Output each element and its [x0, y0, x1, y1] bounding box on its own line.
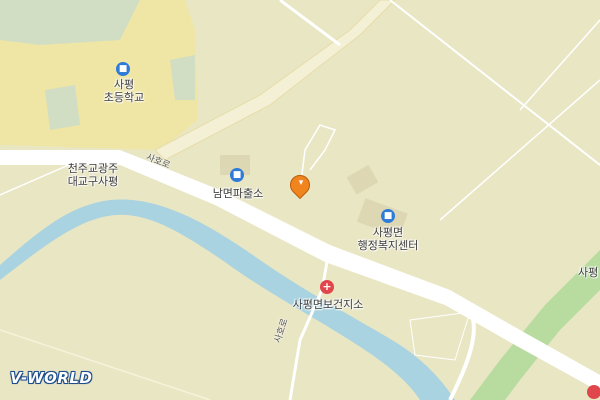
church-label-line1: 천주교광주	[67, 162, 119, 175]
office-label-line1: 사평면	[372, 226, 404, 239]
office-label-line2: 행정복지센터	[357, 239, 419, 252]
edge-label: 사평	[578, 266, 599, 279]
church-label[interactable]: 천주교광주 대교구사평	[58, 162, 128, 188]
school-label-line1: 사평	[113, 78, 135, 91]
map-view[interactable]: ■ 사평 초등학교 천주교광주 대교구사평 ■ 남면파출소 ▾ ■ 사평면 행정…	[0, 0, 600, 400]
marker-dot: ▾	[298, 178, 304, 188]
office-label[interactable]: 사평면 행정복지센터	[350, 226, 426, 252]
school-icon[interactable]: ■	[116, 62, 130, 76]
map-base-layer	[0, 0, 600, 400]
police-label[interactable]: 남면파출소	[206, 187, 270, 200]
police-icon[interactable]: ■	[230, 168, 244, 182]
school-label-line2: 초등학교	[103, 91, 145, 104]
vworld-logo: V-WORLD	[10, 369, 93, 387]
school-label[interactable]: 사평 초등학교	[96, 78, 152, 104]
health-center-icon[interactable]: +	[320, 280, 334, 294]
government-office-icon[interactable]: ■	[381, 209, 395, 223]
health-label[interactable]: 사평면보건지소	[284, 298, 372, 311]
church-label-line2: 대교구사평	[67, 175, 119, 188]
